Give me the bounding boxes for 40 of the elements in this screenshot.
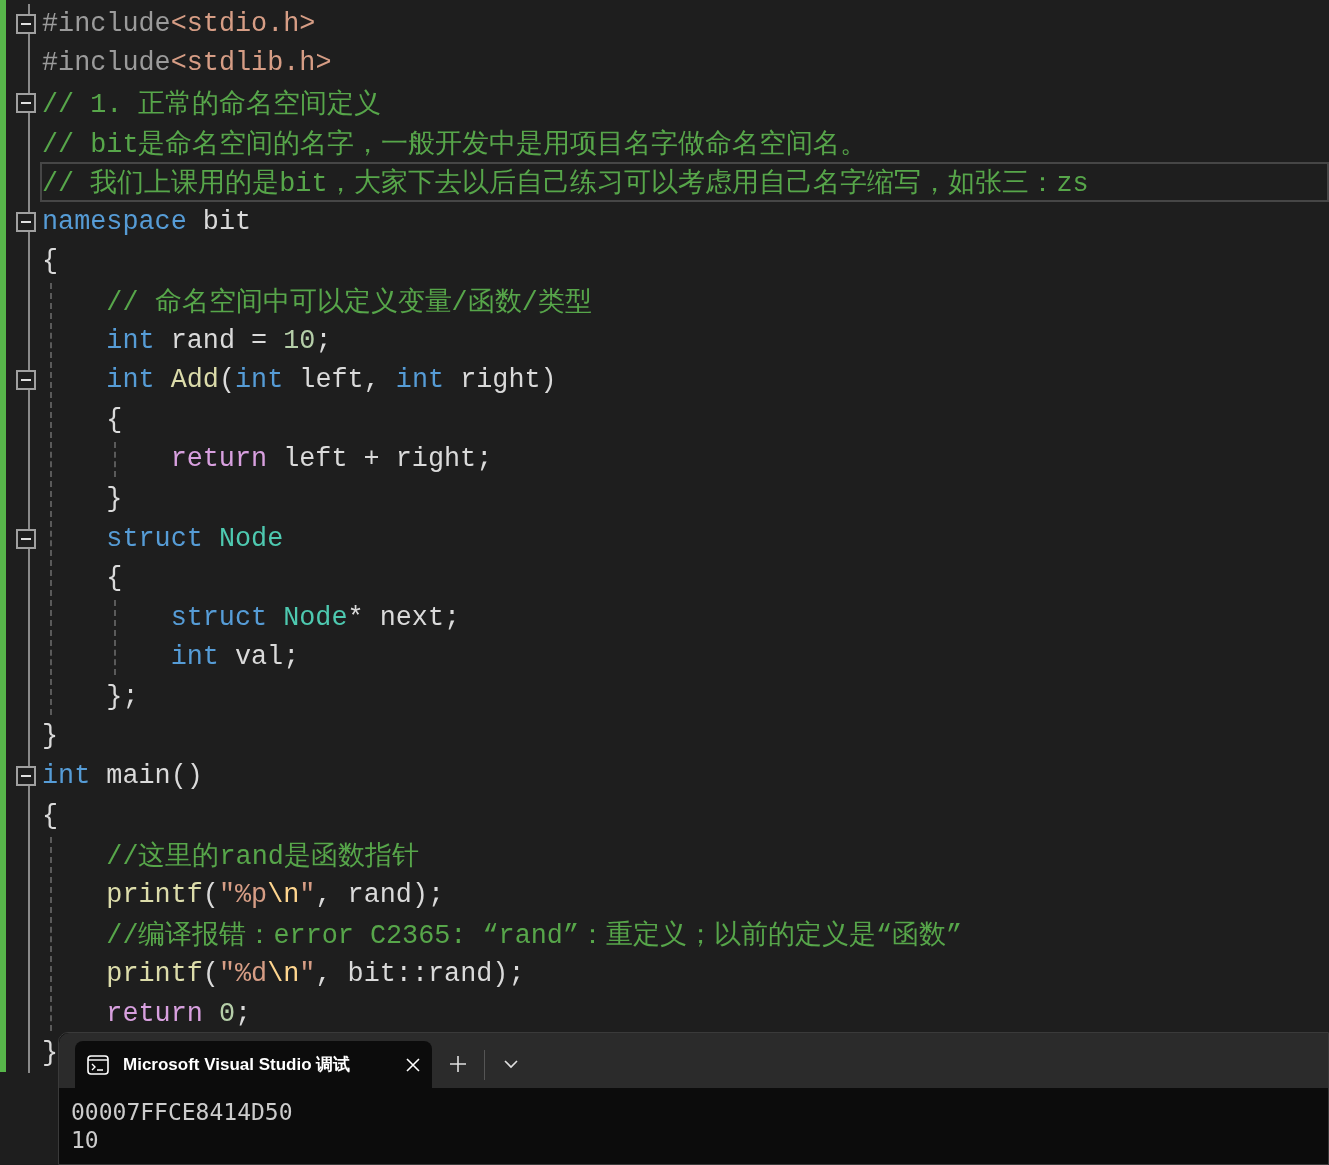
- collapse-icon[interactable]: [16, 13, 36, 34]
- code-line: }: [42, 721, 59, 752]
- code-line: };: [106, 681, 139, 712]
- code-line: // 我们上课用的是bit，大家下去以后自己练习可以考虑用自己名字缩写，如张三：zs: [42, 167, 1089, 201]
- code-line: }: [42, 1038, 59, 1069]
- code-line: {: [42, 246, 59, 277]
- collapse-icon[interactable]: [16, 528, 36, 549]
- code-line: printf("%d\n", bit::rand);: [106, 959, 525, 990]
- code-line: {: [106, 404, 123, 435]
- code-line: #include<stdlib.h>: [42, 48, 332, 79]
- code-line: {: [42, 800, 59, 831]
- chevron-down-icon: [504, 1059, 518, 1069]
- code-line: //编译报错：error C2365: “rand”：重定义；以前的定义是“函数”: [106, 919, 963, 953]
- terminal-tab[interactable]: Microsoft Visual Studio 调试: [75, 1041, 432, 1088]
- code-line: // bit是命名空间的名字，一般开发中是用项目名字做命名空间名。: [42, 128, 868, 161]
- code-line: // 命名空间中可以定义变量/函数/类型: [106, 286, 592, 319]
- collapse-icon[interactable]: [16, 211, 36, 232]
- close-icon[interactable]: [406, 1057, 420, 1072]
- code-line: {: [106, 563, 123, 594]
- code-line: int val;: [170, 642, 300, 673]
- code-line: int rand = 10;: [106, 325, 332, 356]
- collapse-icon[interactable]: [16, 766, 36, 787]
- code-line: printf("%p\n", rand);: [106, 879, 445, 910]
- code-line: namespace bit: [42, 206, 252, 237]
- code-line: struct Node: [106, 523, 284, 554]
- collapse-icon[interactable]: [16, 93, 36, 113]
- code-line: #include<stdio.h>: [42, 8, 316, 39]
- code-line: struct Node* next;: [170, 602, 461, 633]
- console-icon: [87, 1054, 109, 1075]
- plus-icon: [449, 1055, 467, 1073]
- code-line: // 1. 正常的命名空间定义: [42, 88, 382, 121]
- code-line: }: [106, 483, 123, 514]
- console-output-line: 00007FFCE8414D50: [71, 1098, 294, 1126]
- console-output-line: 10: [71, 1126, 100, 1154]
- code-line: return left + right;: [170, 444, 493, 475]
- collapse-icon[interactable]: [16, 370, 36, 391]
- code-line: //这里的rand是函数指针: [106, 840, 419, 874]
- code-line: int main(): [42, 761, 203, 792]
- code-line: int Add(int left, int right): [106, 365, 557, 396]
- code-line: return 0;: [106, 998, 252, 1029]
